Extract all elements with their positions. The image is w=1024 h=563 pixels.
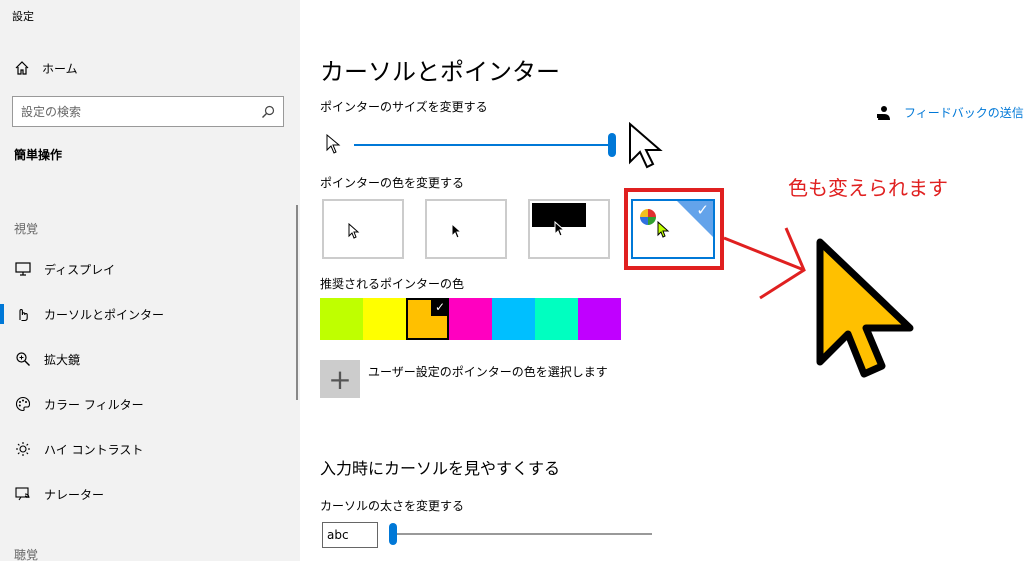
swatch-lime[interactable] (320, 298, 363, 340)
search-icon (262, 105, 275, 118)
large-pointer-icon (629, 122, 663, 169)
sidebar: 設定 ホーム 設定の検索 簡単操作 視覚 ディスプレイ カーソルとポインター 拡… (0, 0, 300, 562)
pointer-size-slider-track[interactable] (354, 144, 614, 146)
swatch-purple[interactable] (578, 298, 621, 340)
cursor-thickness-preview: abc (322, 522, 378, 548)
sidebar-scrollbar[interactable] (296, 205, 298, 400)
sidebar-item-label: ハイ コントラスト (44, 442, 144, 457)
sidebar-item-label: カーソルとポインター (44, 307, 165, 322)
sidebar-item-label: カラー フィルター (44, 397, 144, 412)
small-pointer-icon (326, 134, 341, 154)
swatch-yellow[interactable] (363, 298, 406, 340)
pointer-color-black[interactable] (425, 199, 507, 259)
annotation-text: 色も変えられます (788, 176, 948, 200)
monitor-icon (14, 260, 32, 278)
magnifier-icon (14, 350, 32, 368)
pointer-color-inverted[interactable] (528, 199, 610, 259)
pointer-size-label: ポインターのサイズを変更する (320, 100, 488, 114)
feedback-link[interactable]: フィードバックの送信 (876, 104, 1024, 121)
white-pointer-icon (348, 223, 360, 239)
pointer-size-slider[interactable] (608, 133, 616, 157)
brightness-icon (14, 440, 32, 458)
swatch-aqua[interactable] (535, 298, 578, 340)
group-label-vision: 視覚 (14, 222, 39, 236)
group-label-hearing: 聴覚 (14, 548, 39, 562)
palette-icon (14, 395, 32, 413)
annotation-arrow (723, 227, 806, 300)
feedback-label: フィードバックの送信 (904, 106, 1024, 120)
swatch-orange[interactable]: ✓ (406, 298, 449, 340)
page-title: カーソルとポインター (320, 58, 560, 86)
feedback-icon (877, 105, 890, 120)
sidebar-item-label: ディスプレイ (44, 262, 116, 277)
recommended-colors-label: 推奨されるポインターの色 (320, 277, 465, 291)
sidebar-item-cursor-pointer[interactable]: カーソルとポインター (0, 303, 165, 325)
search-input[interactable]: 設定の検索 (12, 96, 284, 127)
inverted-pointer-icon (554, 221, 566, 237)
nav-home[interactable]: ホーム (14, 58, 78, 78)
sidebar-item-label: 拡大鏡 (44, 352, 81, 367)
nav-home-label: ホーム (42, 61, 78, 76)
annotation-highlight-box (624, 188, 724, 270)
custom-color-label: ユーザー設定のポインターの色を選択します (368, 365, 608, 379)
sidebar-item-display[interactable]: ディスプレイ (14, 258, 115, 280)
cursor-thickness-slider-track[interactable] (392, 533, 652, 535)
visibility-heading: 入力時にカーソルを見やすくする (320, 459, 561, 478)
pointer-color-white[interactable] (322, 199, 404, 259)
app-title: 設定 (12, 10, 34, 23)
sidebar-item-narrator[interactable]: ナレーター (14, 483, 104, 505)
recommended-swatches: ✓ (320, 298, 621, 340)
swatch-magenta[interactable] (449, 298, 492, 340)
cursor-thickness-slider[interactable] (389, 523, 397, 545)
plus-icon: + (328, 362, 352, 396)
pointer-color-label: ポインターの色を変更する (320, 176, 465, 190)
sidebar-item-color-filter[interactable]: カラー フィルター (14, 393, 144, 415)
narrator-icon (14, 485, 32, 503)
black-pointer-icon (451, 223, 463, 239)
pointer-hand-icon (14, 305, 32, 323)
add-custom-color-button[interactable]: + (320, 360, 360, 398)
home-icon (15, 61, 29, 75)
section-title: 簡単操作 (14, 148, 63, 162)
search-placeholder: 設定の検索 (21, 105, 82, 119)
sidebar-item-label: ナレーター (44, 487, 105, 502)
swatch-sky[interactable] (492, 298, 535, 340)
big-yellow-pointer-icon (816, 238, 914, 378)
sidebar-item-magnifier[interactable]: 拡大鏡 (14, 348, 80, 370)
checkmark-icon: ✓ (431, 298, 449, 316)
sidebar-item-high-contrast[interactable]: ハイ コントラスト (14, 438, 143, 460)
cursor-thickness-label: カーソルの太さを変更する (320, 499, 465, 513)
